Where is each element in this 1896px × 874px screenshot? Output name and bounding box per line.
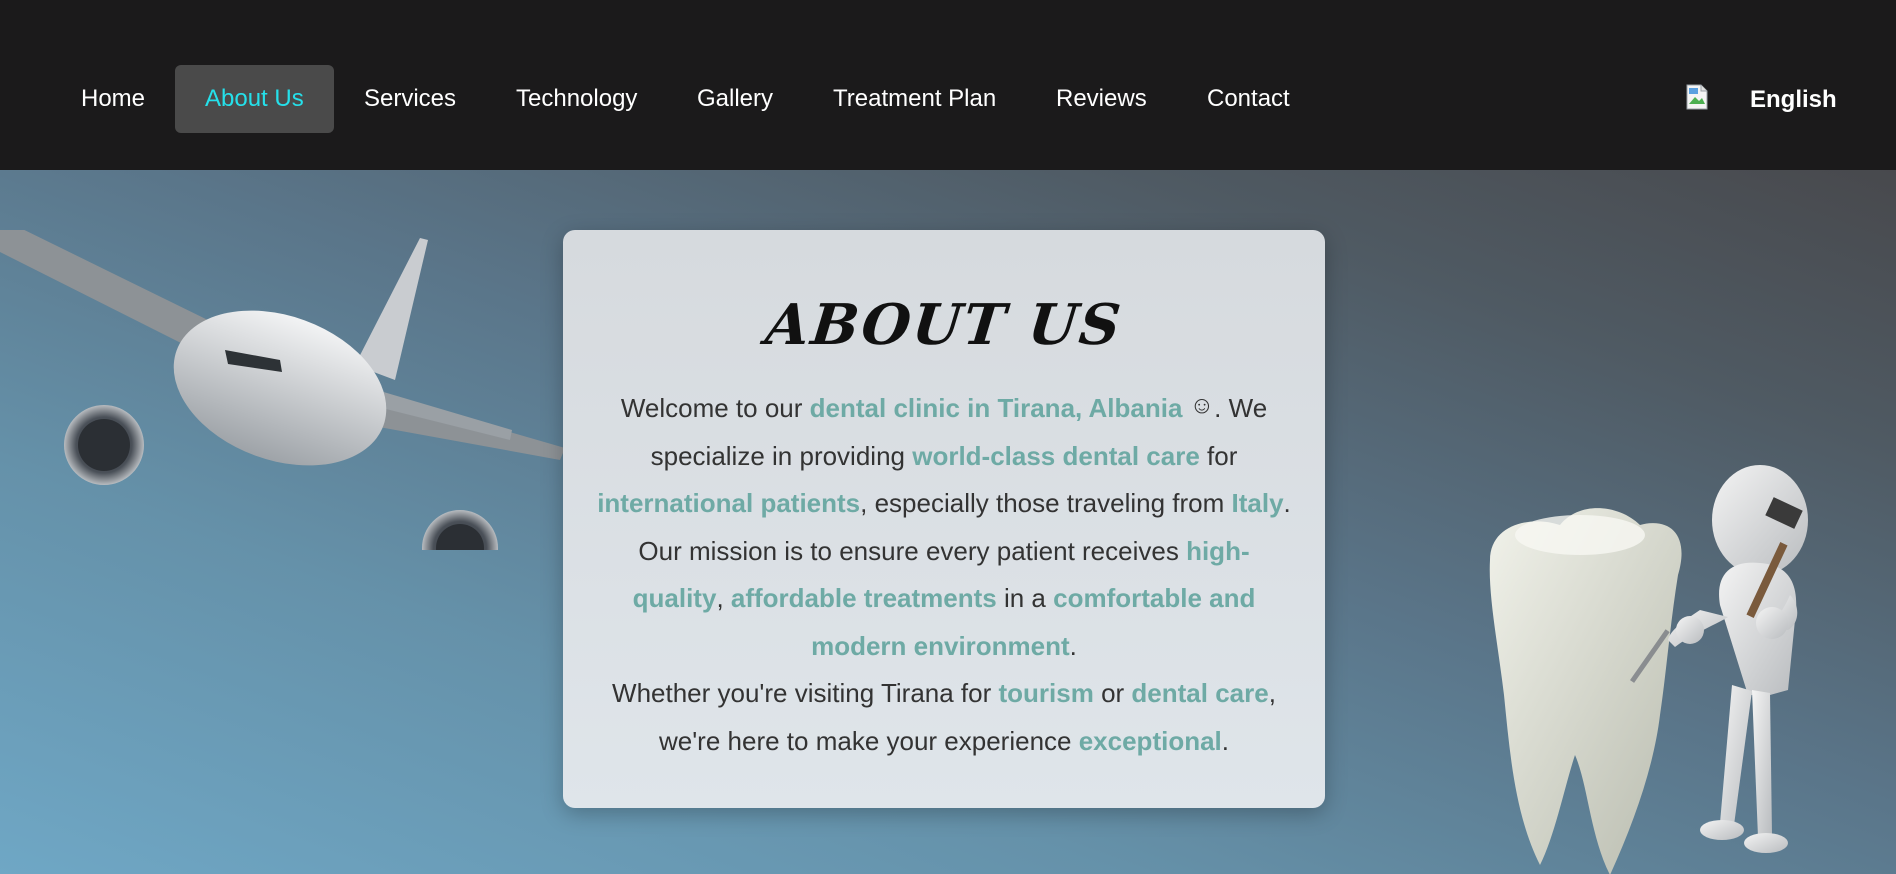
nav-reviews[interactable]: Reviews bbox=[1026, 65, 1177, 133]
highlight-world-class: world-class dental care bbox=[912, 440, 1200, 471]
about-paragraph-2: Whether you're visiting Tirana for touri… bbox=[612, 678, 1276, 756]
hero-section: ABOUT US Welcome to our dental clinic in… bbox=[0, 170, 1896, 874]
smiley-icon: ☺ bbox=[1189, 392, 1215, 419]
highlight-international: international patients bbox=[597, 488, 861, 518]
nav-treatment-plan[interactable]: Treatment Plan bbox=[803, 65, 1026, 133]
nav-home[interactable]: Home bbox=[51, 65, 175, 133]
nav-about-us[interactable]: About Us bbox=[175, 65, 334, 133]
airplane-illustration bbox=[0, 230, 565, 550]
nav-services[interactable]: Services bbox=[334, 65, 486, 133]
about-us-title: ABOUT US bbox=[762, 292, 1126, 358]
nav-technology[interactable]: Technology bbox=[486, 65, 667, 133]
language-selector[interactable]: English bbox=[1750, 86, 1837, 114]
nav-gallery[interactable]: Gallery bbox=[667, 65, 803, 133]
highlight-tourism: tourism bbox=[998, 678, 1094, 708]
highlight-dental-care: dental care bbox=[1131, 678, 1269, 708]
about-us-card: ABOUT US Welcome to our dental clinic in… bbox=[563, 230, 1325, 808]
nav-contact[interactable]: Contact bbox=[1177, 65, 1320, 133]
tooth-figure-illustration bbox=[1489, 465, 1808, 874]
highlight-affordable: affordable treatments bbox=[730, 583, 997, 613]
about-paragraph-1: Welcome to our dental clinic in Tirana, … bbox=[597, 392, 1291, 661]
broken-image-icon[interactable] bbox=[1686, 84, 1708, 110]
highlight-italy: Italy bbox=[1231, 488, 1284, 518]
highlight-exceptional: exceptional bbox=[1078, 725, 1222, 756]
highlight-clinic-location: dental clinic in Tirana, Albania bbox=[809, 393, 1183, 423]
top-navbar: Home About Us Services Technology Galler… bbox=[0, 0, 1896, 170]
